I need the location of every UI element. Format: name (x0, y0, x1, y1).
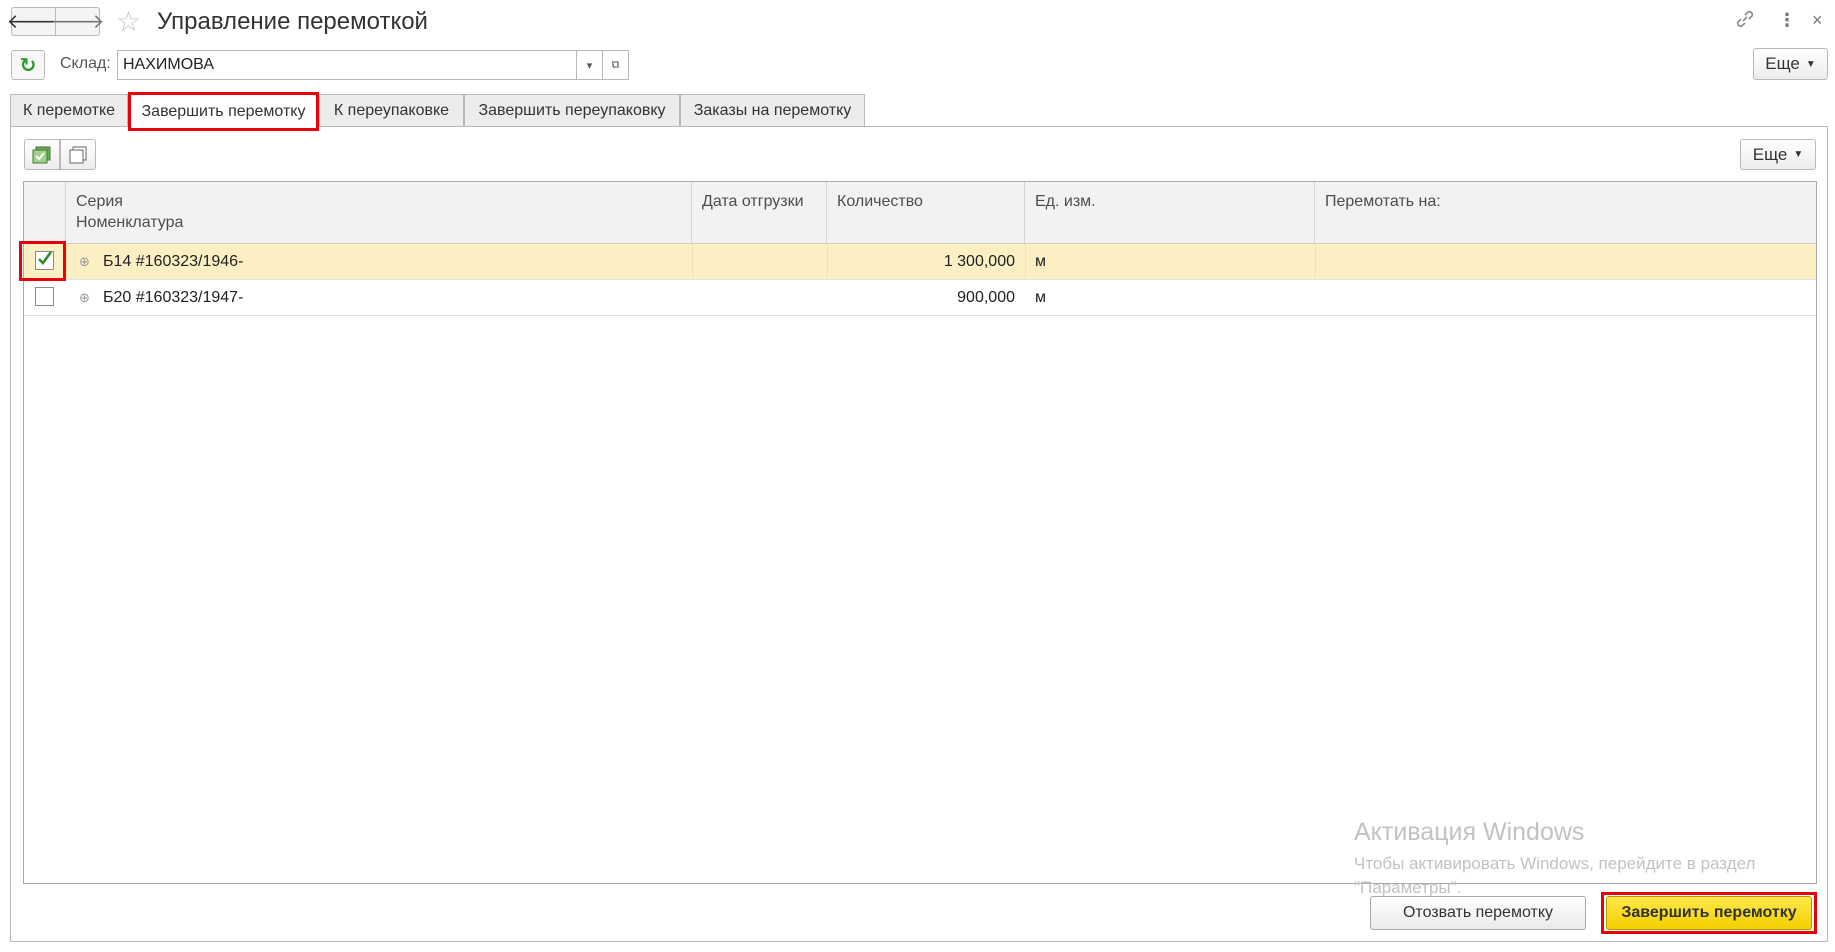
tab-zavershit-peremotku[interactable]: Завершить перемотку (128, 92, 319, 131)
back-button[interactable]: 🡐 (7, 7, 60, 36)
data-grid[interactable]: Серия Номенклатура Дата отгрузки Количес… (19, 181, 1817, 884)
chevron-down-icon: ▾ (586, 59, 593, 72)
header-rewind-to[interactable]: Перемотать на: (1315, 182, 1816, 243)
page-title: Управление перемоткой (157, 8, 428, 35)
tab-zavershit-pereupakovku[interactable]: Завершить переупаковку (464, 94, 680, 127)
uncheck-all-button[interactable] (60, 139, 96, 170)
check-all-icon (32, 146, 51, 163)
tab-k-peremotke[interactable]: К перемотке (10, 94, 128, 127)
table-row[interactable]: ⊕ Б20 #160323/1947- 900,000 м (24, 280, 1816, 316)
table-row[interactable]: ⊕ Б14 #160323/1946- 1 300,000 м (24, 244, 1816, 280)
header-seria-nomenklatura[interactable]: Серия Номенклатура (66, 182, 692, 243)
close-icon[interactable]: × (1812, 8, 1823, 32)
tab-zakazy-na-peremotku[interactable]: Заказы на перемотку (680, 94, 865, 127)
tab-k-pereupakovke[interactable]: К переупаковке (319, 94, 464, 127)
header-qty[interactable]: Количество (827, 182, 1025, 243)
header-nomenklatura: Номенклатура (76, 214, 184, 231)
open-window-icon: ⧉ (611, 58, 620, 71)
column-divider (1315, 244, 1316, 279)
more-button-panel[interactable]: Еще ▼ (1740, 139, 1816, 170)
check-all-button[interactable] (24, 139, 60, 170)
row-qty: 1 300,000 (943, 253, 1015, 270)
uncheck-all-icon (69, 146, 87, 163)
column-divider (66, 244, 67, 279)
column-divider (692, 244, 693, 279)
finish-rewind-button[interactable]: Завершить перемотку (1606, 896, 1812, 930)
header-check-column (24, 182, 66, 243)
more-vertical-icon[interactable]: ⋮ (1778, 8, 1796, 32)
refresh-button[interactable]: ↻ (11, 50, 45, 80)
sklad-input[interactable]: НАХИМОВА (117, 50, 579, 80)
more-button-label: Еще (1752, 144, 1788, 164)
row-checkbox[interactable] (35, 287, 54, 306)
row-qty: 900,000 (957, 289, 1015, 306)
expand-icon[interactable]: ⊕ (79, 244, 90, 279)
forward-button[interactable]: 🡒 (51, 7, 104, 36)
sklad-label: Склад: (60, 55, 111, 72)
more-button-label: Еще (1765, 54, 1800, 73)
grid-header: Серия Номенклатура Дата отгрузки Количес… (24, 182, 1816, 244)
row-name: Б20 #160323/1947- (103, 289, 244, 306)
caret-down-icon: ▼ (1805, 58, 1816, 70)
star-icon[interactable]: ☆ (116, 5, 141, 39)
sklad-dropdown-button[interactable]: ▾ (576, 50, 603, 80)
header-seria: Серия (76, 193, 123, 210)
row-name: Б14 #160323/1946- (103, 253, 244, 270)
recall-rewind-button[interactable]: Отозвать перемотку (1370, 896, 1586, 930)
sklad-open-button[interactable]: ⧉ (602, 50, 629, 80)
header-unit[interactable]: Ед. изм. (1025, 182, 1315, 243)
column-divider (1025, 244, 1026, 279)
checkbox-highlight (19, 241, 66, 281)
refresh-icon: ↻ (19, 54, 37, 77)
windows-activation-title: Активация Windows (1354, 818, 1585, 846)
link-icon[interactable] (1734, 8, 1756, 36)
more-button-top[interactable]: Еще ▼ (1753, 48, 1828, 80)
expand-icon[interactable]: ⊕ (79, 280, 90, 315)
row-unit: м (1035, 253, 1046, 270)
header-date[interactable]: Дата отгрузки (692, 182, 827, 243)
arrow-right-icon: 🡒 (50, 11, 105, 33)
row-unit: м (1035, 289, 1046, 306)
caret-down-icon: ▼ (1793, 149, 1804, 160)
